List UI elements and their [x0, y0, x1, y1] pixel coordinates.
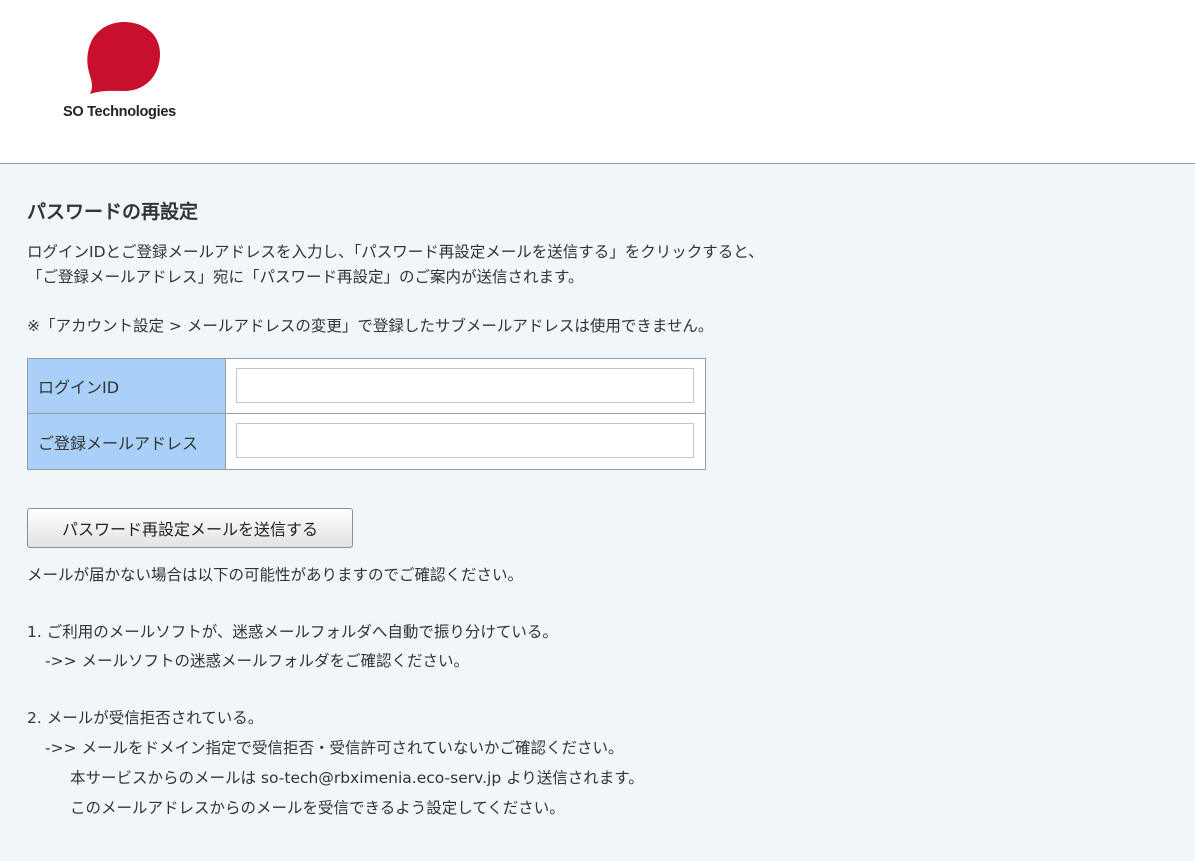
help-item-2-detail-1: 本サービスからのメールは so-tech@rbximenia.eco-serv.… [70, 769, 644, 787]
page-title: パスワードの再設定 [27, 201, 199, 223]
email-input[interactable] [236, 423, 694, 458]
login-id-input[interactable] [236, 368, 694, 403]
help-item-2-detail-2: このメールアドレスからのメールを受信できるよう設定してください。 [70, 799, 565, 817]
sub-address-note: ※「アカウント設定 > メールアドレスの変更」で登録したサブメールアドレスは使用… [27, 317, 714, 335]
email-row: ご登録メールアドレス [28, 414, 705, 469]
so-technologies-logo-icon [87, 22, 160, 94]
help-item-1-sub: ->> メールソフトの迷惑メールフォルダをご確認ください。 [45, 652, 469, 670]
page-header: SO Technologies [0, 0, 1195, 164]
help-intro: メールが届かない場合は以下の可能性がありますのでご確認ください。 [27, 566, 524, 584]
login-id-label: ログインID [28, 359, 226, 413]
login-id-row: ログインID [28, 359, 705, 414]
help-item-2: 2. メールが受信拒否されている。 [27, 709, 264, 727]
help-item-2-sub: ->> メールをドメイン指定で受信拒否・受信許可されていないかご確認ください。 [45, 739, 624, 757]
logo-text: SO Technologies [63, 104, 176, 120]
description-line-1: ログインIDとご登録メールアドレスを入力し、「パスワード再設定メールを送信する」… [27, 243, 764, 261]
description-line-2: 「ご登録メールアドレス」宛に「パスワード再設定」のご案内が送信されます。 [27, 268, 584, 286]
email-label: ご登録メールアドレス [28, 414, 226, 469]
main-content: パスワードの再設定 ログインIDとご登録メールアドレスを入力し、「パスワード再設… [0, 164, 1195, 861]
send-reset-email-button[interactable]: パスワード再設定メールを送信する [27, 508, 353, 548]
help-item-1: 1. ご利用のメールソフトが、迷惑メールフォルダへ自動で振り分けている。 [27, 623, 558, 641]
reset-form-table: ログインID ご登録メールアドレス [27, 358, 706, 470]
